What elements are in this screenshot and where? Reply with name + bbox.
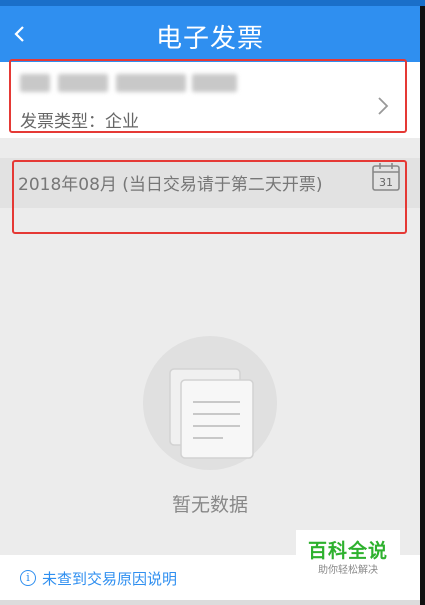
right-edge-panel xyxy=(420,6,425,605)
empty-state-illustration xyxy=(143,336,277,470)
bottom-edge xyxy=(0,600,420,605)
highlight-box-info xyxy=(9,59,407,133)
watermark-title: 百科全说 xyxy=(307,540,388,562)
page-title: 电子发票 xyxy=(155,24,264,54)
app-header: 电子发票 xyxy=(0,6,420,62)
highlight-box-date xyxy=(12,160,407,234)
info-icon: i xyxy=(20,570,36,586)
empty-state-text: 暂无数据 xyxy=(171,494,248,516)
no-result-explanation-label: 未查到交易原因说明 xyxy=(42,570,178,588)
watermark-subtitle: 助你轻松解决 xyxy=(318,565,378,576)
watermark-logo: 百科全说 助你轻松解决 xyxy=(296,530,400,578)
document-icon xyxy=(169,368,254,459)
